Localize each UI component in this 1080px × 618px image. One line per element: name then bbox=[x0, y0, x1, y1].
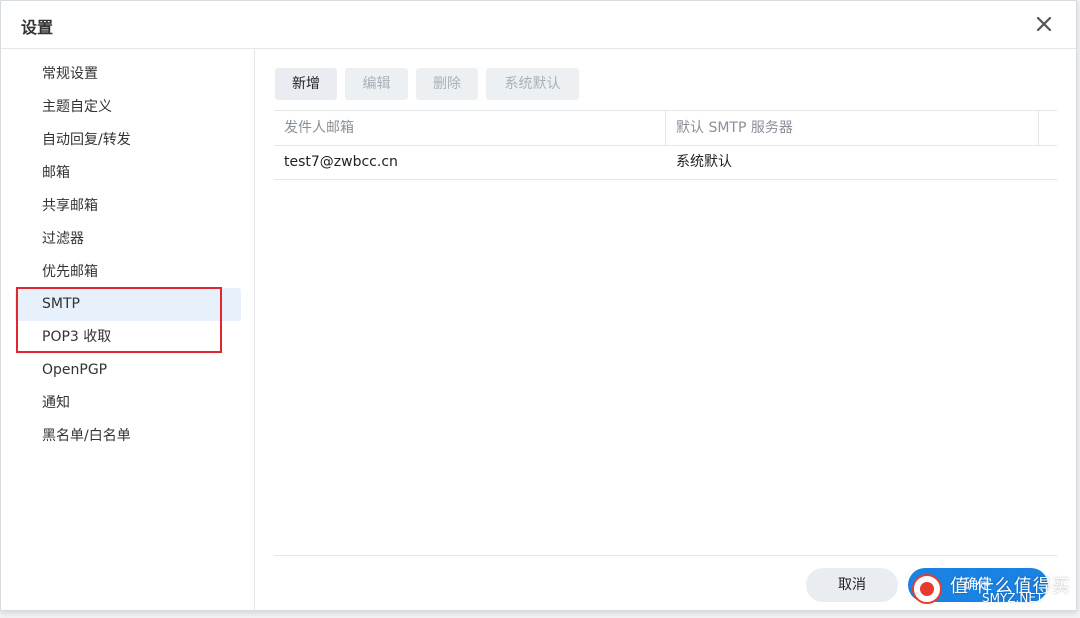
sidebar-item-mailbox[interactable]: 邮箱 bbox=[15, 157, 241, 190]
sidebar-item-blacklist[interactable]: 黑名单/白名单 bbox=[15, 420, 241, 453]
sidebar-item-shared-mailbox[interactable]: 共享邮箱 bbox=[15, 190, 241, 223]
table-header: 发件人邮箱 默认 SMTP 服务器 bbox=[274, 110, 1057, 146]
column-header-smtp-server[interactable]: 默认 SMTP 服务器 bbox=[666, 111, 1038, 145]
settings-sidebar: 常规设置 主题自定义 自动回复/转发 邮箱 共享邮箱 过滤器 优先邮箱 SMTP… bbox=[1, 49, 255, 610]
sidebar-item-notification[interactable]: 通知 bbox=[15, 387, 241, 420]
delete-button[interactable]: 删除 bbox=[416, 68, 478, 100]
sidebar-item-filter[interactable]: 过滤器 bbox=[15, 223, 241, 256]
column-divider bbox=[1038, 111, 1039, 145]
system-default-button[interactable]: 系统默认 bbox=[486, 68, 579, 100]
sidebar-item-priority-mailbox[interactable]: 优先邮箱 bbox=[15, 256, 241, 289]
sidebar-item-general[interactable]: 常规设置 bbox=[15, 58, 241, 91]
smtp-table: 发件人邮箱 默认 SMTP 服务器 test7@zwbcc.cn 系统默认 bbox=[274, 110, 1057, 180]
column-header-sender[interactable]: 发件人邮箱 bbox=[274, 111, 664, 145]
close-icon[interactable] bbox=[1034, 14, 1054, 34]
ok-button[interactable]: 确定 bbox=[908, 568, 1048, 602]
dialog-footer: 取消 确定 bbox=[274, 555, 1057, 610]
add-button[interactable]: 新增 bbox=[275, 68, 337, 100]
sidebar-item-openpgp[interactable]: OpenPGP bbox=[15, 354, 241, 387]
dialog-title: 设置 bbox=[21, 18, 54, 37]
sidebar-item-smtp[interactable]: SMTP bbox=[15, 288, 241, 321]
table-row[interactable]: test7@zwbcc.cn 系统默认 bbox=[274, 146, 1057, 180]
sidebar-item-theme[interactable]: 主题自定义 bbox=[15, 91, 241, 124]
cell-smtp-server: 系统默认 bbox=[676, 154, 732, 170]
settings-dialog: 设置 常规设置 主题自定义 自动回复/转发 邮箱 共享邮箱 过滤器 优先邮箱 S… bbox=[0, 0, 1077, 611]
sidebar-item-auto-reply[interactable]: 自动回复/转发 bbox=[15, 124, 241, 157]
cell-sender-email: test7@zwbcc.cn bbox=[284, 154, 398, 170]
sidebar-item-pop3[interactable]: POP3 收取 bbox=[15, 321, 241, 354]
cancel-button[interactable]: 取消 bbox=[806, 568, 898, 602]
dialog-titlebar: 设置 bbox=[1, 1, 1076, 49]
smtp-panel: 新增 编辑 删除 系统默认 发件人邮箱 默认 SMTP 服务器 test7@zw… bbox=[256, 49, 1076, 610]
edit-button[interactable]: 编辑 bbox=[345, 68, 408, 100]
